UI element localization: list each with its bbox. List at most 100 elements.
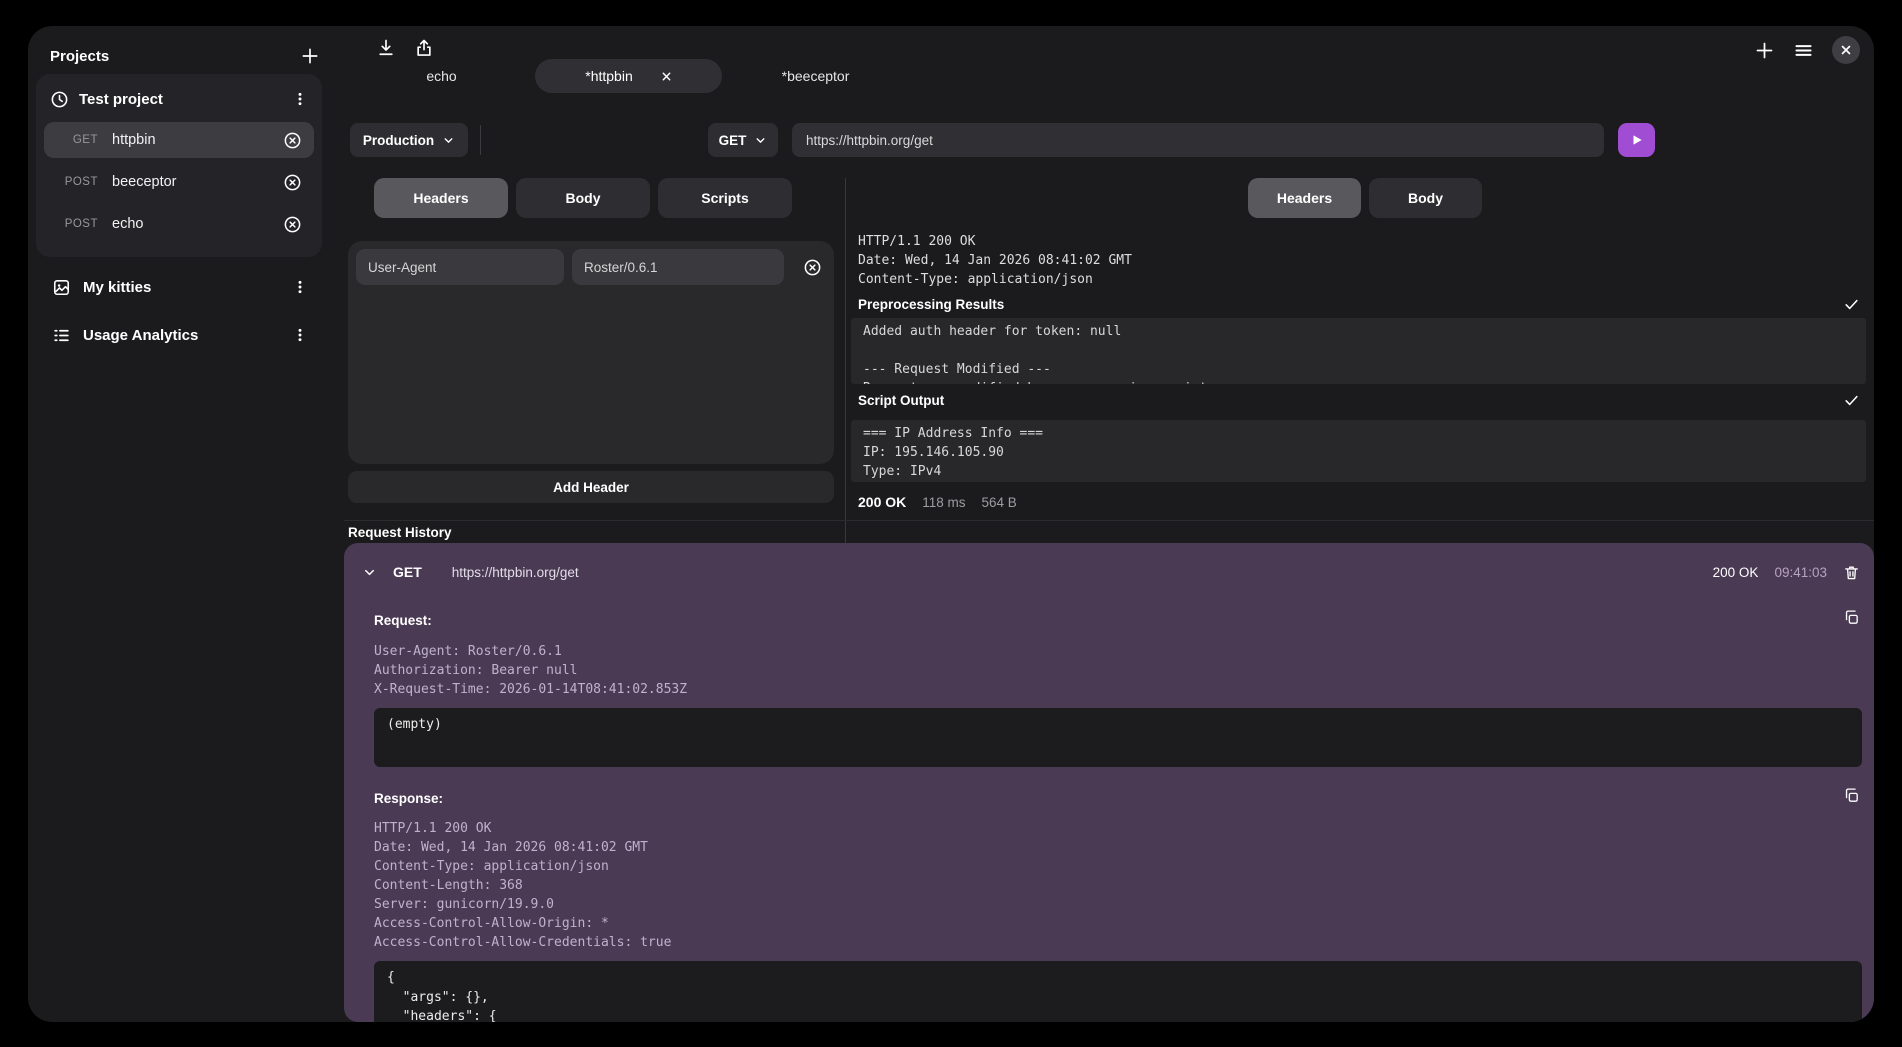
tab-httpbin[interactable]: *httpbin	[535, 59, 722, 93]
response-panel-tabs: Headers Body	[1248, 178, 1482, 218]
request-name: beeceptor	[112, 174, 283, 190]
clock-icon	[50, 90, 69, 109]
plus-icon	[1754, 40, 1775, 61]
request-name: httpbin	[112, 132, 283, 148]
history-response-body: { "args": {}, "headers": {	[374, 961, 1862, 1022]
header-line: X-Request-Time: 2026-01-14T08:41:02.853Z	[374, 681, 687, 700]
panel-divider	[845, 178, 846, 546]
kebab-icon	[292, 91, 308, 107]
menu-button[interactable]	[1793, 40, 1814, 61]
history-entry-header[interactable]: GET https://httpbin.org/get 200 OK 09:41…	[362, 557, 1860, 587]
list-icon	[52, 326, 71, 345]
request-name: echo	[112, 216, 283, 232]
environment-select[interactable]: Production	[350, 123, 468, 157]
header-line: User-Agent: Roster/0.6.1	[374, 643, 687, 662]
request-method: POST	[52, 176, 98, 188]
collection-menu-button[interactable]	[292, 327, 308, 343]
method-select[interactable]: GET	[708, 123, 778, 157]
headers-editor	[348, 241, 834, 464]
image-icon	[52, 278, 71, 297]
body-line: "headers": {	[387, 1007, 1849, 1022]
close-tab-button[interactable]	[661, 71, 672, 82]
header-line: Content-Type: application/json	[374, 857, 671, 876]
remove-header-button[interactable]	[803, 258, 822, 277]
x-circle-icon	[283, 131, 302, 150]
add-header-button[interactable]: Add Header	[348, 471, 834, 503]
body-line: {	[387, 968, 1849, 988]
environment-label: Production	[363, 133, 434, 148]
trash-icon	[1843, 564, 1860, 581]
collection-name: My kitties	[83, 279, 280, 296]
collection-name: Usage Analytics	[83, 327, 280, 344]
history-response-headers: HTTP/1.1 200 OK Date: Wed, 14 Jan 2026 0…	[374, 819, 671, 952]
sidebar-item-my-kitties[interactable]: My kitties	[36, 270, 322, 304]
tab-label: Headers	[413, 190, 468, 206]
history-entry: GET https://httpbin.org/get 200 OK 09:41…	[344, 543, 1874, 1022]
remove-request-button[interactable]	[283, 173, 302, 192]
url-input[interactable]	[792, 123, 1604, 157]
remove-request-button[interactable]	[283, 215, 302, 234]
remove-request-button[interactable]	[283, 131, 302, 150]
preprocessing-results-header[interactable]: Preprocessing Results	[846, 290, 1874, 318]
response-header-line: Content-Type: application/json	[858, 270, 1858, 287]
projects-title: Projects	[50, 48, 109, 65]
response-header-line: HTTP/1.1 200 OK	[858, 232, 1858, 251]
header-line: Access-Control-Allow-Origin: *	[374, 914, 671, 933]
tab-response-headers[interactable]: Headers	[1248, 178, 1361, 218]
header-line: Access-Control-Allow-Credentials: true	[374, 933, 671, 952]
script-output: === IP Address Info === IP: 195.146.105.…	[851, 420, 1866, 482]
sidebar-item-usage-analytics[interactable]: Usage Analytics	[36, 318, 322, 352]
response-status-bar: 200 OK 118 ms 564 B	[858, 494, 1017, 510]
tab-request-body[interactable]: Body	[516, 178, 650, 218]
project-header[interactable]: Test project	[44, 82, 314, 116]
delete-history-button[interactable]	[1843, 564, 1860, 581]
preprocessing-output: Added auth header for token: null --- Re…	[851, 318, 1866, 384]
header-line: Date: Wed, 14 Jan 2026 08:41:02 GMT	[374, 838, 671, 857]
kebab-icon	[292, 279, 308, 295]
tab-echo[interactable]: echo	[348, 59, 535, 93]
send-request-button[interactable]	[1618, 123, 1655, 157]
export-button[interactable]	[414, 38, 434, 58]
tab-label: echo	[426, 68, 456, 84]
project-menu-button[interactable]	[292, 91, 308, 107]
collection-menu-button[interactable]	[292, 279, 308, 295]
request-item-beeceptor[interactable]: POST beeceptor	[44, 164, 314, 200]
status-duration: 118 ms	[922, 495, 965, 510]
header-key-input[interactable]	[356, 249, 564, 285]
tab-label: *httpbin	[585, 68, 632, 84]
body-line: "args": {},	[387, 988, 1849, 1008]
add-project-button[interactable]	[300, 46, 320, 66]
tab-label: Body	[566, 190, 601, 206]
header-value-input[interactable]	[572, 249, 784, 285]
tab-request-headers[interactable]: Headers	[374, 178, 508, 218]
script-output-header[interactable]: Script Output	[846, 386, 1874, 414]
project-group: Test project GET httpbin POST beeceptor	[36, 74, 322, 257]
divider	[344, 520, 1874, 521]
output-line: Request was modified by preprocessing sc…	[863, 379, 1854, 384]
output-line	[863, 341, 1854, 360]
tab-request-scripts[interactable]: Scripts	[658, 178, 792, 218]
tab-response-body[interactable]: Body	[1369, 178, 1482, 218]
copy-request-button[interactable]	[1843, 609, 1860, 626]
output-line: Added auth header for token: null	[863, 322, 1854, 341]
new-tab-button[interactable]	[1754, 40, 1775, 61]
tab-label: Headers	[1277, 190, 1332, 206]
chevron-down-icon	[442, 134, 455, 147]
status-size: 564 B	[982, 495, 1017, 510]
response-headers-preview: HTTP/1.1 200 OK Date: Wed, 14 Jan 2026 0…	[858, 232, 1858, 287]
chevron-down-icon	[362, 565, 377, 580]
copy-response-button[interactable]	[1843, 787, 1860, 804]
import-button[interactable]	[376, 38, 396, 58]
output-line: Type: IPv4	[863, 462, 1854, 481]
request-item-httpbin[interactable]: GET httpbin	[44, 122, 314, 158]
request-label: Request:	[374, 613, 432, 628]
tab-label: *beeceptor	[782, 68, 850, 84]
history-request-body: (empty)	[374, 708, 1862, 767]
request-panel-tabs: Headers Body Scripts	[374, 178, 792, 218]
close-window-button[interactable]	[1832, 36, 1860, 64]
request-item-echo[interactable]: POST echo	[44, 206, 314, 242]
tab-beeceptor[interactable]: *beeceptor	[722, 59, 909, 93]
request-method: POST	[52, 218, 98, 230]
file-tabs: echo *httpbin *beeceptor	[348, 59, 909, 93]
toolbar-left	[376, 38, 434, 58]
